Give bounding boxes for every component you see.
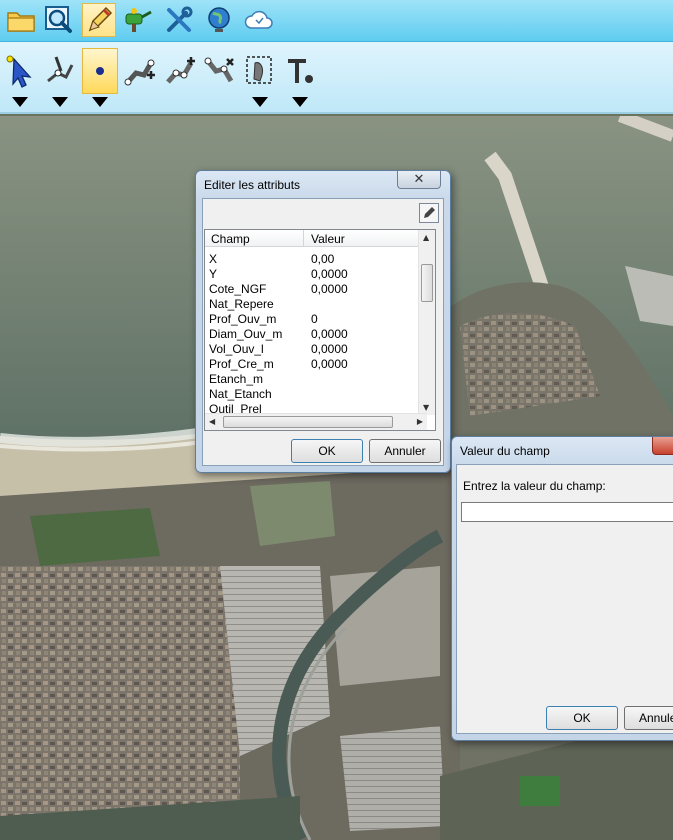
zoom-icon[interactable] xyxy=(42,3,76,37)
dialog-body: Entrez la valeur du champ: OK Annuler xyxy=(456,464,673,734)
area-dropdown-arrow[interactable] xyxy=(252,97,268,107)
field-value-dialog: Valeur du champ Entrez la valeur du cham… xyxy=(451,436,673,741)
field-value: 0 xyxy=(311,312,318,326)
close-icon[interactable]: ✕ xyxy=(397,171,441,189)
select-dropdown-arrow[interactable] xyxy=(12,97,28,107)
field-name: Nat_Etanch xyxy=(209,387,272,401)
text-dropdown-arrow[interactable] xyxy=(292,97,308,107)
table-row[interactable]: Y 0,0000 xyxy=(205,266,427,281)
scroll-down-icon[interactable]: ▼ xyxy=(423,403,429,412)
table-row[interactable]: Nat_Etanch xyxy=(205,386,427,401)
attribute-grid[interactable]: Champ Valeur X 0,00 Y 0,0000 Cote_NGF 0,0000 N… xyxy=(204,229,436,431)
table-row[interactable]: Nat_Repere xyxy=(205,296,427,311)
field-name: Prof_Ouv_m xyxy=(209,312,277,326)
horizontal-scrollbar[interactable]: ◀ ▶ xyxy=(205,413,427,430)
field-name: Nat_Repere xyxy=(209,297,274,311)
scroll-right-icon[interactable]: ▶ xyxy=(417,417,423,426)
pencil-icon xyxy=(424,207,435,218)
dialog-title: Valeur du champ xyxy=(460,444,550,458)
add-polyline-icon[interactable] xyxy=(162,48,198,94)
vertical-scrollbar[interactable]: ▲ ▼ xyxy=(418,230,435,415)
table-row[interactable]: Vol_Ouv_l 0,0000 xyxy=(205,341,427,356)
field-name: Cote_NGF xyxy=(209,282,267,296)
tools-icon[interactable] xyxy=(162,3,196,37)
field-prompt: Entrez la valeur du champ: xyxy=(463,479,606,493)
field-name: Prof_Cre_m xyxy=(209,357,274,371)
ok-button[interactable]: OK xyxy=(546,706,618,730)
field-value: 0,0000 xyxy=(311,342,348,356)
edit-vertex-icon[interactable] xyxy=(42,48,78,94)
ok-button[interactable]: OK xyxy=(291,439,363,463)
cloud-icon[interactable] xyxy=(242,3,276,37)
cancel-button[interactable]: Annuler xyxy=(369,439,441,463)
scroll-thumb[interactable] xyxy=(421,264,433,302)
table-row[interactable]: Prof_Cre_m 0,0000 xyxy=(205,356,427,371)
table-row[interactable]: Cote_NGF 0,0000 xyxy=(205,281,427,296)
field-value: 0,0000 xyxy=(311,282,348,296)
column-header-field[interactable]: Champ xyxy=(211,232,250,246)
vertex-dropdown-arrow[interactable] xyxy=(52,97,68,107)
select-area-icon[interactable] xyxy=(242,48,278,94)
table-row[interactable]: Diam_Ouv_m 0,0000 xyxy=(205,326,427,341)
main-toolbar xyxy=(0,0,673,42)
scroll-thumb-horizontal[interactable] xyxy=(223,416,393,428)
table-row[interactable]: Prof_Ouv_m 0 xyxy=(205,311,427,326)
scroll-left-icon[interactable]: ◀ xyxy=(209,417,215,426)
text-tool-icon[interactable] xyxy=(282,48,318,94)
field-value: 0,0000 xyxy=(311,327,348,341)
dialog-title: Editer les attributs xyxy=(204,178,301,192)
field-value: 0,0000 xyxy=(311,267,348,281)
add-line-icon[interactable] xyxy=(122,48,158,94)
add-point-icon[interactable] xyxy=(82,48,118,94)
field-value-input[interactable] xyxy=(461,502,673,522)
edit-attributes-dialog: Editer les attributs ✕ Champ Valeur X 0,0… xyxy=(195,170,451,473)
cancel-button[interactable]: Annuler xyxy=(624,706,673,730)
scroll-up-icon[interactable]: ▲ xyxy=(423,233,429,242)
field-name: Vol_Ouv_l xyxy=(209,342,264,356)
field-name: X xyxy=(209,252,218,266)
folder-icon[interactable] xyxy=(4,3,38,37)
table-row[interactable]: Etanch_m xyxy=(205,371,427,386)
field-value: 0,0000 xyxy=(311,357,348,371)
globe-icon[interactable] xyxy=(202,3,236,37)
point-dropdown-arrow[interactable] xyxy=(92,97,108,107)
add-polygon-icon[interactable] xyxy=(202,48,238,94)
column-header-value[interactable]: Valeur xyxy=(311,232,345,246)
field-name: Diam_Ouv_m xyxy=(209,327,283,341)
edit-field-button[interactable] xyxy=(419,203,439,223)
field-name: Etanch_m xyxy=(209,372,264,386)
close-icon[interactable] xyxy=(652,437,673,455)
edit-toolbar xyxy=(0,42,673,114)
edit-pencil-icon[interactable] xyxy=(82,3,116,37)
watering-tool-icon[interactable] xyxy=(122,3,156,37)
select-arrow-icon[interactable] xyxy=(2,48,38,94)
table-row[interactable]: X 0,00 xyxy=(205,251,427,266)
grid-header: Champ Valeur xyxy=(205,230,427,247)
field-value: 0,00 xyxy=(311,252,335,266)
field-name: Y xyxy=(209,267,218,281)
